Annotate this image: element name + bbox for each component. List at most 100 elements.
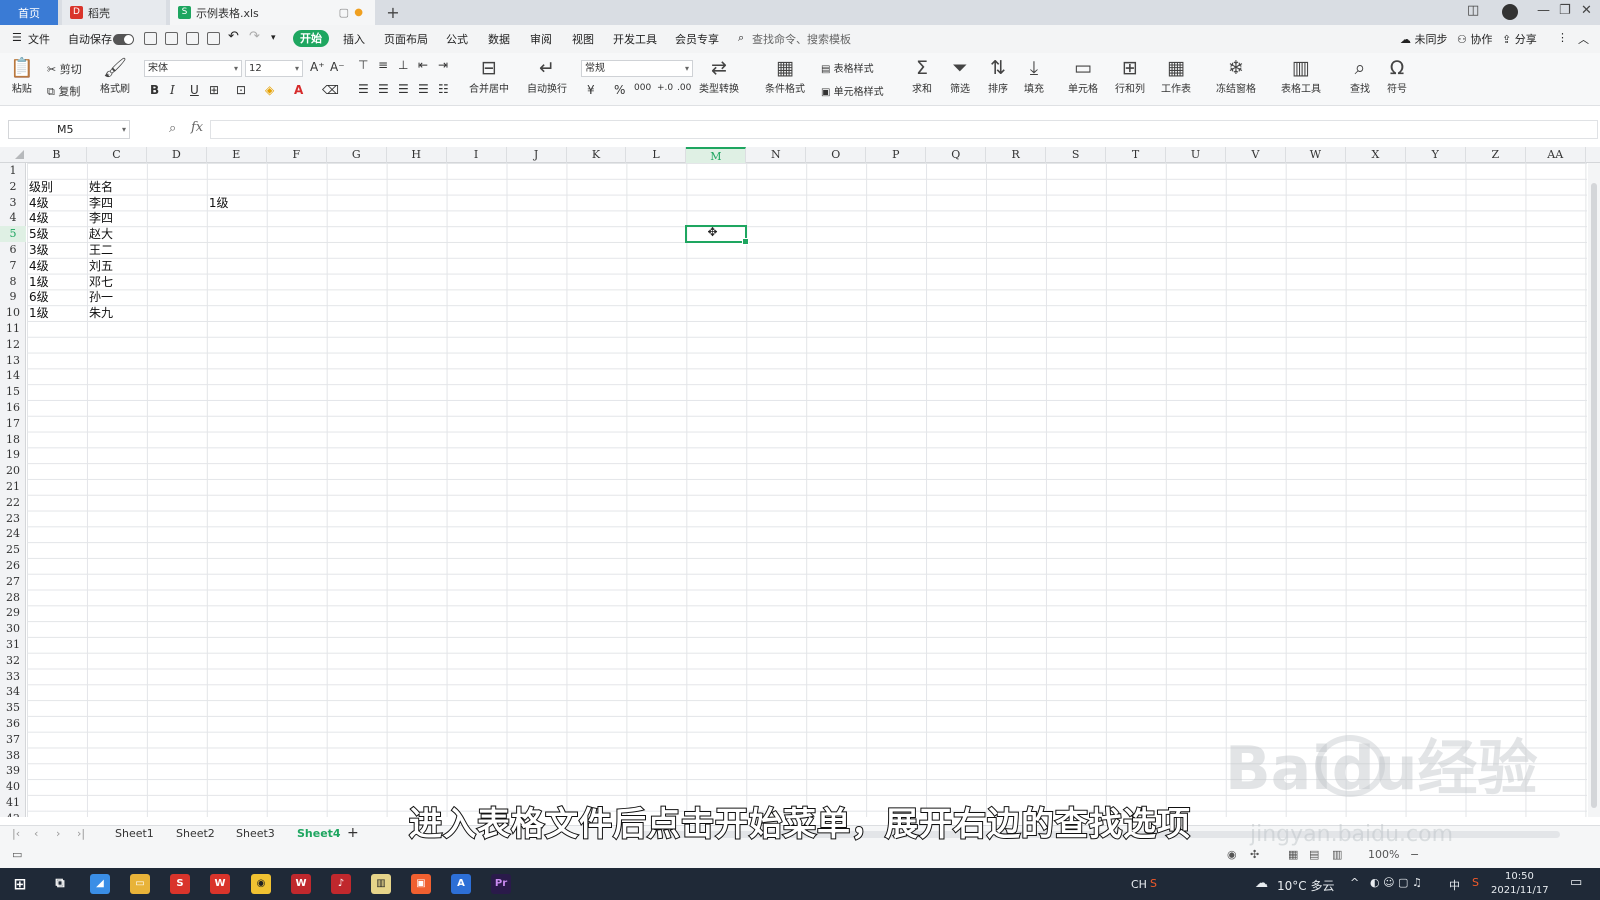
border-icon[interactable]: ⊞ xyxy=(209,83,219,97)
more-icon[interactable]: ⋮ xyxy=(1557,31,1568,44)
row-header-16[interactable]: 16 xyxy=(0,400,26,416)
print-preview-icon[interactable] xyxy=(207,32,220,45)
restore-icon[interactable]: ❐ xyxy=(1559,3,1571,18)
wps-spreadsheet-icon[interactable]: S xyxy=(170,874,190,894)
name-box[interactable]: M5 ▾ xyxy=(8,120,130,139)
row-header-33[interactable]: 33 xyxy=(0,669,26,685)
cell-c2[interactable]: 姓名 xyxy=(89,179,113,195)
column-header-t[interactable]: T xyxy=(1106,147,1167,163)
close-icon[interactable]: ✕ xyxy=(1581,3,1592,18)
tab-home[interactable]: 首页 xyxy=(0,0,58,25)
cell-c6[interactable]: 王二 xyxy=(89,242,113,258)
merge-cell-icon[interactable]: ⊡ xyxy=(236,83,246,97)
cell-b5[interactable]: 5级 xyxy=(29,226,49,242)
column-header-n[interactable]: N xyxy=(746,147,807,163)
row-header-2[interactable]: 2 xyxy=(0,179,26,195)
app-icon-2[interactable]: ▥ xyxy=(371,874,391,894)
merge-center-button[interactable]: ⊟ 合并居中 xyxy=(469,56,509,95)
sum-button[interactable]: Σ 求和 xyxy=(912,56,932,95)
crosshair-icon[interactable]: ✣ xyxy=(1250,848,1259,861)
row-header-4[interactable]: 4 xyxy=(0,210,26,226)
row-header-14[interactable]: 14 xyxy=(0,368,26,384)
chevron-up-icon[interactable]: ^ xyxy=(1350,876,1359,889)
percent-icon[interactable]: % xyxy=(614,83,625,97)
clock-time[interactable]: 10:50 xyxy=(1505,871,1534,882)
cell-c9[interactable]: 孙一 xyxy=(89,289,113,305)
thousands-icon[interactable]: 000 xyxy=(634,83,651,93)
row-header-6[interactable]: 6 xyxy=(0,242,26,258)
row-header-38[interactable]: 38 xyxy=(0,748,26,764)
print-icon[interactable] xyxy=(186,32,199,45)
column-header-g[interactable]: G xyxy=(327,147,387,163)
collab-button[interactable]: ⚇ 协作 xyxy=(1457,31,1492,47)
tab-daoke[interactable]: D 稻壳 xyxy=(62,0,166,25)
normal-view-icon[interactable]: ▦ xyxy=(1288,848,1298,861)
autosave-toggle[interactable] xyxy=(113,34,134,45)
font-name-select[interactable]: 宋体 ▾ xyxy=(144,60,242,77)
eraser-icon[interactable]: ⌫ xyxy=(322,83,339,97)
cell-c10[interactable]: 朱九 xyxy=(89,305,113,321)
italic-icon[interactable]: I xyxy=(170,83,175,97)
row-header-15[interactable]: 15 xyxy=(0,384,26,400)
row-header-31[interactable]: 31 xyxy=(0,637,26,653)
freeze-panes-button[interactable]: ❄ 冻结窗格 xyxy=(1216,56,1256,95)
indent-decrease-icon[interactable]: ⇤ xyxy=(418,58,428,72)
column-header-q[interactable]: Q xyxy=(926,147,987,163)
row-header-23[interactable]: 23 xyxy=(0,511,26,527)
row-header-35[interactable]: 35 xyxy=(0,700,26,716)
menu-start[interactable]: 开始 xyxy=(293,30,329,47)
tab-file[interactable]: S 示例表格.xls ▢ ● xyxy=(170,0,375,25)
column-header-e[interactable]: E xyxy=(207,147,267,163)
redo-icon[interactable]: ↷ xyxy=(249,29,260,44)
row-header-19[interactable]: 19 xyxy=(0,447,26,463)
app-icon-1[interactable]: ◢ xyxy=(90,874,110,894)
input-language[interactable]: CH xyxy=(1131,878,1147,891)
decrease-font-icon[interactable]: A⁻ xyxy=(330,60,345,74)
share-button[interactable]: ⇪ 分享 xyxy=(1502,31,1537,47)
save-icon[interactable] xyxy=(144,32,157,45)
symbol-button[interactable]: Ω 符号 xyxy=(1387,56,1407,95)
menu-formula[interactable]: 公式 xyxy=(446,31,468,47)
page-layout-view-icon[interactable]: ▤ xyxy=(1309,848,1319,861)
formula-input[interactable] xyxy=(210,120,1598,139)
paste-button[interactable]: 📋 粘贴 xyxy=(10,56,34,95)
column-header-o[interactable]: O xyxy=(806,147,867,163)
windows-start-icon[interactable]: ⊞ xyxy=(10,874,30,894)
row-header-34[interactable]: 34 xyxy=(0,684,26,700)
justify-icon[interactable]: ☰ xyxy=(418,82,429,96)
layout-icon[interactable]: ◫ xyxy=(1467,3,1479,18)
row-header-9[interactable]: 9 xyxy=(0,289,26,305)
font-color-icon[interactable]: A xyxy=(294,83,303,97)
cell-style-button[interactable]: ▣ 单元格样式 xyxy=(821,83,884,98)
increase-font-icon[interactable]: A⁺ xyxy=(310,60,325,74)
app-icon-4[interactable]: A xyxy=(451,874,471,894)
zoom-level[interactable]: 100% xyxy=(1368,848,1399,861)
tray-icons[interactable]: ◐ ☺ ▢ ♫ xyxy=(1370,876,1422,889)
avatar[interactable] xyxy=(1502,4,1518,20)
collapse-ribbon-icon[interactable]: ︿ xyxy=(1578,31,1589,47)
chrome-icon[interactable]: ◉ xyxy=(251,874,271,894)
column-header-l[interactable]: L xyxy=(627,147,687,163)
fill-button[interactable]: ⤓ 填充 xyxy=(1024,56,1044,95)
page-break-view-icon[interactable]: ▥ xyxy=(1332,848,1342,861)
netease-music-icon[interactable]: ♪ xyxy=(331,874,351,894)
row-header-40[interactable]: 40 xyxy=(0,779,26,795)
distribute-icon[interactable]: ☷ xyxy=(438,82,449,96)
minimize-icon[interactable]: — xyxy=(1537,3,1550,18)
column-header-h[interactable]: H xyxy=(387,147,447,163)
sort-button[interactable]: ⇅ 排序 xyxy=(988,56,1008,95)
format-painter-button[interactable]: 🖌 格式刷 xyxy=(100,56,130,95)
cell-c7[interactable]: 刘五 xyxy=(89,258,113,274)
table-tools-button[interactable]: ▥ 表格工具 xyxy=(1281,56,1321,95)
row-header-12[interactable]: 12 xyxy=(0,337,26,353)
zoom-formula-icon[interactable]: ⌕ xyxy=(169,121,176,136)
row-header-7[interactable]: 7 xyxy=(0,258,26,274)
row-header-26[interactable]: 26 xyxy=(0,558,26,574)
row-header-1[interactable]: 1 xyxy=(0,163,26,179)
search-icon[interactable]: ⌕ xyxy=(738,31,744,45)
column-header-b[interactable]: B xyxy=(27,147,87,163)
font-size-select[interactable]: 12 ▾ xyxy=(245,60,303,77)
task-view-icon[interactable]: ⧉ xyxy=(50,874,70,894)
table-style-button[interactable]: ▤ 表格样式 xyxy=(821,60,874,75)
clock-date[interactable]: 2021/11/17 xyxy=(1491,885,1549,896)
